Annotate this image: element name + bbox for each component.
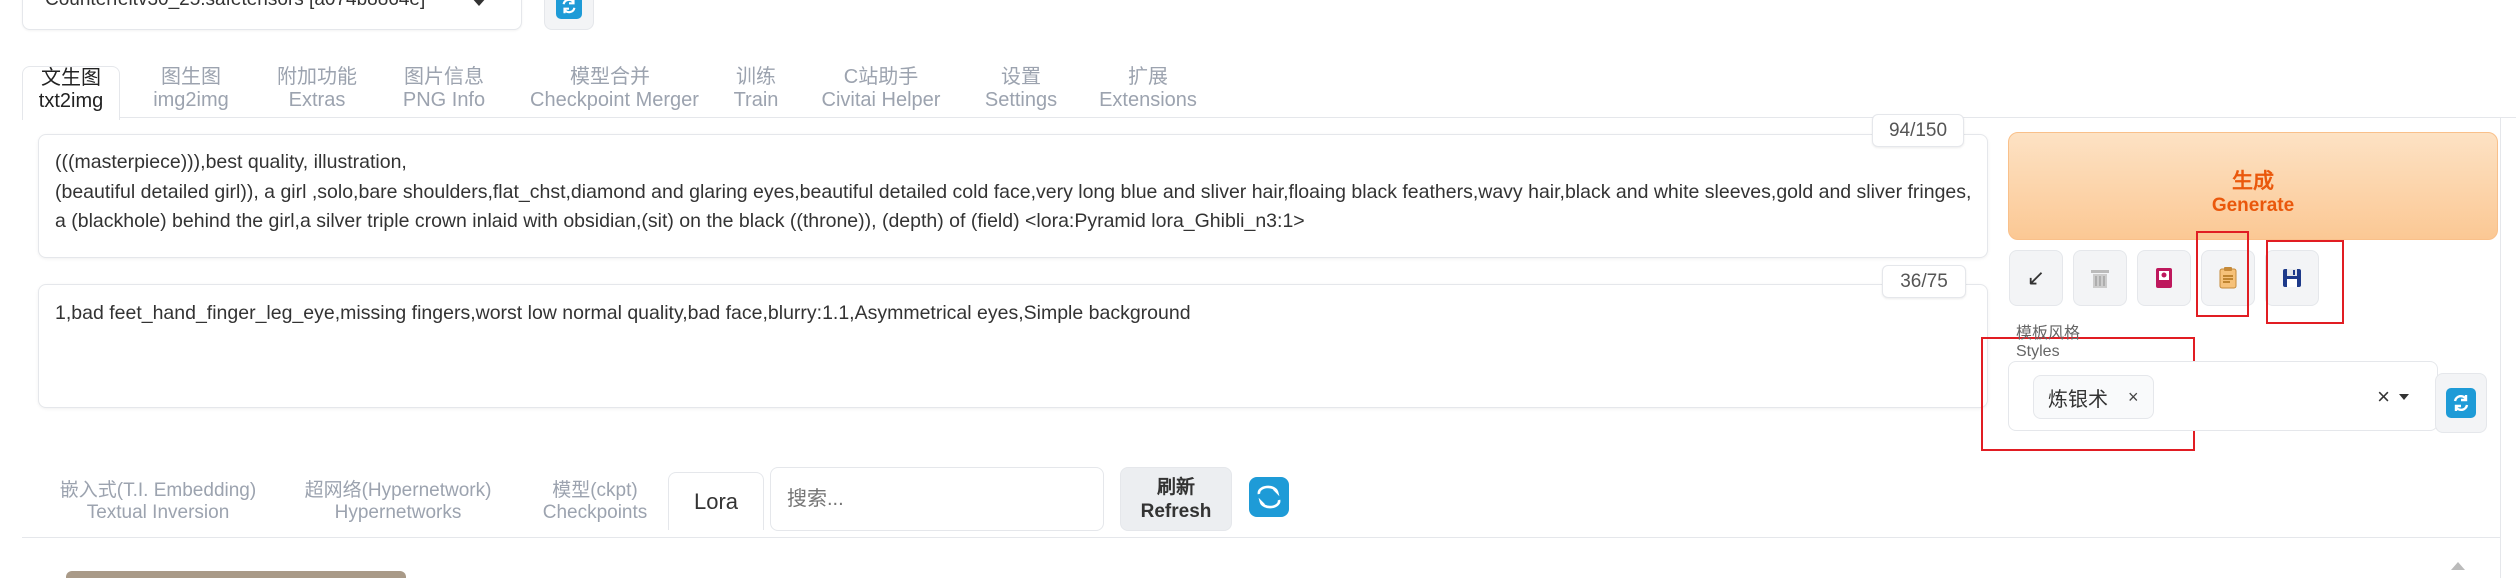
tab-label: 模型(ckpt): [552, 480, 638, 501]
tab-checkpoints[interactable]: 模型(ckpt) Checkpoints: [540, 480, 650, 530]
refresh-icon: [556, 0, 582, 19]
tab-label: Lora: [693, 488, 739, 514]
tab-label: 超网络(Hypernetwork): [304, 480, 492, 501]
tab-textual-inversion[interactable]: 嵌入式(T.I. Embedding) Textual Inversion: [58, 480, 258, 530]
tab-label: 嵌入式(T.I. Embedding): [59, 480, 257, 501]
trash-icon: [2091, 270, 2109, 288]
highlight-box-save: [2266, 240, 2344, 324]
tab-sublabel: Extras: [288, 89, 346, 111]
tab-label: 训练: [736, 66, 776, 88]
negative-prompt-text: 1,bad feet_hand_finger_leg_eye,missing f…: [55, 302, 1191, 324]
tab-label: 文生图: [41, 67, 101, 89]
tab-extras[interactable]: 附加功能 Extras: [272, 66, 362, 118]
tab-checkpoint-merger[interactable]: 模型合并 Checkpoint Merger: [530, 66, 699, 118]
prompt-textarea[interactable]: (((masterpiece))),best quality, illustra…: [38, 134, 1988, 258]
tab-label: 设置: [1001, 66, 1041, 88]
tab-sublabel: img2img: [153, 89, 229, 111]
tab-label: 图生图: [161, 66, 221, 88]
negative-prompt-textarea[interactable]: 1,bad feet_hand_finger_leg_eye,missing f…: [38, 284, 1988, 408]
scroll-up-icon[interactable]: [2451, 562, 2465, 570]
generate-sublabel: Generate: [2211, 195, 2295, 216]
clear-prompt-button[interactable]: [2073, 250, 2127, 306]
tab-sublabel: Train: [733, 89, 779, 111]
tab-sublabel: Checkpoints: [542, 502, 648, 523]
styles-label-en: Styles: [2016, 343, 2060, 360]
checkpoint-dropdown[interactable]: Counterfeitv30_25.safetensors [a074b8864…: [22, 0, 522, 30]
tab-sublabel: Textual Inversion: [86, 502, 230, 523]
lora-card-thumbnail[interactable]: [66, 571, 406, 578]
sync-button[interactable]: [1249, 477, 1289, 517]
checkpoint-value: Counterfeitv30_25.safetensors [a074b8864…: [45, 0, 425, 11]
style-chip: 炼银术 ×: [2033, 375, 2154, 419]
tab-hypernetworks[interactable]: 超网络(Hypernetwork) Hypernetworks: [302, 480, 494, 530]
tab-label: 模型合并: [570, 66, 650, 88]
refresh-button[interactable]: 刷新 Refresh: [1120, 467, 1232, 531]
tab-train[interactable]: 训练 Train: [726, 66, 786, 118]
card-icon: [2156, 268, 2172, 288]
extra-networks-divider: [22, 537, 2500, 538]
refresh-sublabel: Refresh: [1140, 501, 1212, 522]
style-chip-label: 炼银术: [2048, 388, 2108, 411]
styles-label: 模板风格 Styles: [2016, 325, 2080, 361]
tab-label: 附加功能: [277, 66, 357, 88]
styles-multiselect[interactable]: 炼银术 × ×: [2008, 361, 2438, 431]
tab-sublabel: Hypernetworks: [334, 502, 462, 523]
refresh-styles-button[interactable]: [2435, 373, 2487, 433]
tab-civitai-helper[interactable]: C站助手 Civitai Helper: [818, 66, 944, 118]
tab-label: C站助手: [843, 66, 919, 88]
chevron-down-icon[interactable]: [2399, 394, 2409, 400]
search-input[interactable]: [770, 467, 1104, 531]
remove-style-icon[interactable]: ×: [2128, 387, 2139, 408]
tab-sublabel: PNG Info: [402, 89, 486, 111]
generate-button[interactable]: 生成 Generate: [2008, 132, 2498, 240]
tab-sublabel: Extensions: [1099, 89, 1197, 111]
panel-border: [2500, 117, 2501, 578]
sync-icon: [1257, 485, 1281, 509]
tab-sublabel: Settings: [984, 89, 1058, 111]
negative-prompt-token-counter: 36/75: [1882, 265, 1966, 298]
tab-img2img[interactable]: 图生图 img2img: [146, 66, 236, 118]
tab-label: 图片信息: [404, 66, 484, 88]
styles-label-zh: 模板风格: [2016, 325, 2081, 342]
tab-sublabel: Civitai Helper: [821, 89, 941, 111]
chevron-down-icon: [471, 0, 487, 6]
refresh-label: 刷新: [1156, 477, 1195, 498]
prompt-token-counter: 94/150: [1872, 114, 1964, 147]
tab-extensions[interactable]: 扩展 Extensions: [1098, 66, 1198, 118]
refresh-checkpoints-button[interactable]: [544, 0, 594, 30]
arrow-down-left-icon: ↙: [2026, 265, 2046, 290]
clear-styles-icon[interactable]: ×: [2377, 384, 2390, 410]
generate-label: 生成: [2232, 170, 2274, 193]
tab-divider: [22, 117, 2516, 118]
tab-settings[interactable]: 设置 Settings: [978, 66, 1064, 118]
prompt-text: (((masterpiece))),best quality, illustra…: [55, 151, 1972, 232]
tab-txt2img[interactable]: 文生图 txt2img: [22, 66, 120, 120]
tab-sublabel: txt2img: [38, 90, 104, 112]
tab-label: 扩展: [1128, 66, 1168, 88]
show-extra-networks-button[interactable]: [2137, 250, 2191, 306]
refresh-icon: [2446, 388, 2476, 418]
tab-sublabel: Checkpoint Merger: [530, 89, 699, 111]
tab-lora[interactable]: Lora: [668, 472, 764, 530]
read-params-button[interactable]: ↙: [2009, 250, 2063, 306]
highlight-box-paste: [2196, 231, 2249, 317]
tab-png-info[interactable]: 图片信息 PNG Info: [398, 66, 490, 118]
